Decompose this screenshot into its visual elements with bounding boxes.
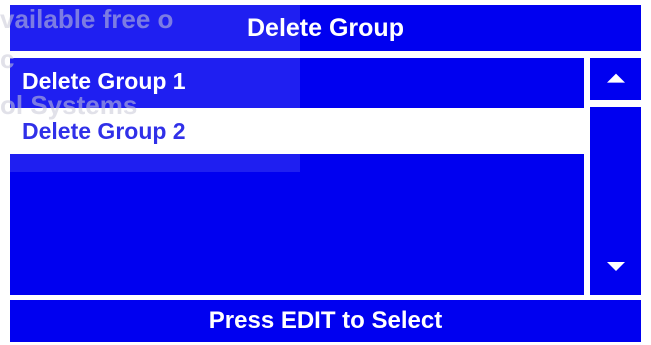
group-list: Delete Group 1 Delete Group 2 bbox=[10, 58, 584, 295]
list-item-label: Delete Group 1 bbox=[22, 67, 186, 94]
page-title: Delete Group bbox=[247, 13, 404, 42]
list-item-label: Delete Group 2 bbox=[22, 117, 186, 144]
status-text: Press EDIT to Select bbox=[208, 307, 443, 334]
triangle-down-icon bbox=[606, 262, 625, 271]
title-bar: Delete Group bbox=[10, 5, 641, 51]
status-bar: Press EDIT to Select bbox=[10, 300, 641, 342]
scroll-down-button[interactable] bbox=[590, 107, 641, 295]
triangle-up-icon bbox=[606, 73, 625, 83]
scroll-up-button[interactable] bbox=[590, 58, 641, 100]
list-item-delete-group-1[interactable]: Delete Group 1 bbox=[10, 58, 584, 104]
list-item-delete-group-2[interactable]: Delete Group 2 bbox=[10, 108, 584, 154]
